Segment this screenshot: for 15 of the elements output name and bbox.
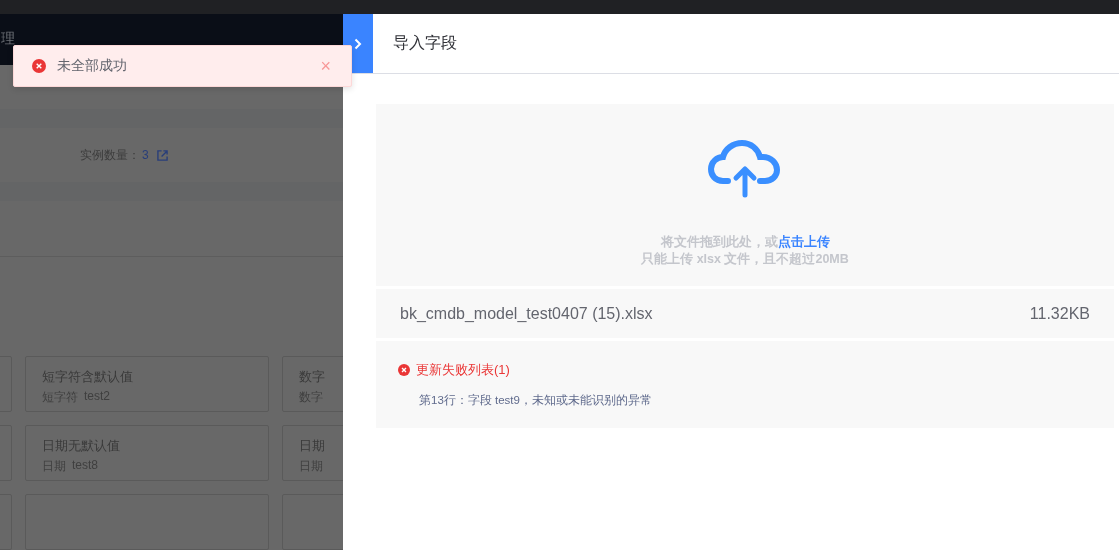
upload-link[interactable]: 点击上传	[777, 235, 830, 249]
instance-count-value: 3	[142, 148, 149, 163]
file-name: bk_cmdb_model_test0407 (15).xlsx	[400, 304, 653, 323]
nav-text[interactable]: 理	[1, 30, 15, 49]
error-icon	[32, 59, 46, 73]
close-icon[interactable]: ×	[320, 57, 331, 75]
cloud-upload-icon	[708, 140, 782, 198]
failure-title[interactable]: 更新失败列表(1)	[416, 361, 510, 379]
error-icon	[398, 364, 410, 376]
failure-message: 第13行：字段 test9，未知或未能识别的异常	[419, 393, 653, 408]
external-link-icon[interactable]	[156, 149, 168, 161]
file-size: 11.32KB	[1029, 304, 1090, 323]
drawer-title: 导入字段	[393, 33, 457, 53]
chevron-right-icon	[354, 38, 362, 50]
toast-message: 未全部成功	[57, 57, 128, 75]
